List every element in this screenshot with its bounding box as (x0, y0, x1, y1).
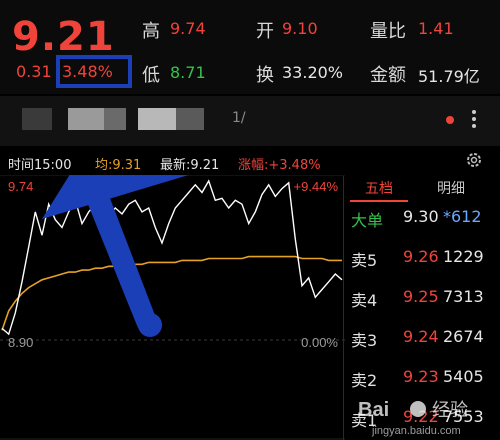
price-change: 0.31 (16, 62, 52, 81)
row-name: 卖5 (351, 251, 378, 270)
order-book-tabs: 五档 明细 (345, 176, 500, 200)
svg-text:jingyan.baidu.com: jingyan.baidu.com (371, 425, 461, 437)
row-name: 卖4 (351, 291, 378, 310)
average-readout: 均:9.31 (95, 158, 142, 173)
row-name: 卖2 (351, 371, 378, 390)
row-volume: 7313 (443, 287, 484, 306)
pct-bottom-label: 0.00% (301, 335, 338, 350)
high-label: 高 (142, 21, 160, 42)
active-tab-underline (350, 200, 408, 202)
thumbnail[interactable] (138, 108, 176, 130)
tab-details[interactable]: 明细 (437, 178, 465, 198)
turnover-label: 换 (256, 65, 274, 86)
thumbnail[interactable] (176, 108, 204, 130)
ask-row-4: 卖4 9.25 7313 (345, 285, 500, 315)
row-price: 9.23 (403, 367, 439, 386)
svg-text:经验: 经验 (432, 400, 468, 421)
rise-readout: 涨幅:+3.48% (238, 158, 321, 173)
ask-row-2: 卖2 9.23 5405 (345, 365, 500, 395)
thumbnail[interactable] (22, 108, 52, 130)
row-volume: 2674 (443, 327, 484, 346)
average-line (1, 255, 342, 331)
volume-ratio-label: 量比 (370, 21, 406, 42)
row-volume: 5405 (443, 367, 484, 386)
open-label: 开 (256, 21, 274, 42)
panel-divider (343, 176, 344, 440)
row-price: 9.26 (403, 247, 439, 266)
svg-text:Bai: Bai (358, 399, 389, 421)
arrow-marker (42, 175, 189, 337)
thumbnail[interactable] (104, 108, 126, 130)
chart-info-row: 时间15:00 均:9.31 最新:9.21 涨幅:+3.48% (0, 150, 500, 173)
y-bottom-label: 8.90 (8, 335, 33, 350)
low-label: 低 (142, 65, 160, 86)
amount-label: 金额 (370, 65, 406, 86)
open-value: 9.10 (282, 19, 318, 38)
highlight-box (56, 55, 132, 88)
big-order-row: 大单 9.30 *612 (345, 205, 500, 235)
ask-row-3: 卖3 9.24 2674 (345, 325, 500, 355)
row-volume: 1229 (443, 247, 484, 266)
turnover-value: 33.20% (282, 63, 344, 82)
thumbnail[interactable] (68, 108, 104, 130)
watermark-logo: Bai 经验 jingyan.baidu.com (358, 399, 468, 437)
settings-gear-icon[interactable] (465, 151, 483, 173)
volume-ratio-value: 1.41 (418, 19, 454, 38)
y-top-label: 9.74 (8, 179, 33, 194)
row-price: 9.30 (403, 207, 439, 226)
last-price: 9.21 (12, 14, 115, 60)
ask-row-5: 卖5 9.26 1229 (345, 245, 500, 275)
latest-readout: 最新:9.21 (160, 158, 220, 173)
tab-five-levels[interactable]: 五档 (365, 178, 393, 198)
row-name: 卖3 (351, 331, 378, 350)
row-price: 9.25 (403, 287, 439, 306)
row-volume: *612 (443, 207, 482, 226)
red-dot-indicator (446, 116, 454, 124)
low-value: 8.71 (170, 63, 206, 82)
intraday-chart[interactable]: 9.74 8.90 +9.44% 0.00% (0, 175, 345, 440)
thumbnail-partial-text: 1/ (232, 110, 246, 126)
amount-value: 51.79亿 (418, 67, 480, 86)
more-icon[interactable] (472, 110, 476, 128)
high-value: 9.74 (170, 19, 206, 38)
related-thumbnails-row[interactable]: 1/ (0, 96, 500, 146)
row-name: 大单 (351, 211, 384, 230)
time-readout: 时间15:00 (8, 158, 72, 173)
row-price: 9.24 (403, 327, 439, 346)
pct-top-label: +9.44% (294, 179, 339, 194)
